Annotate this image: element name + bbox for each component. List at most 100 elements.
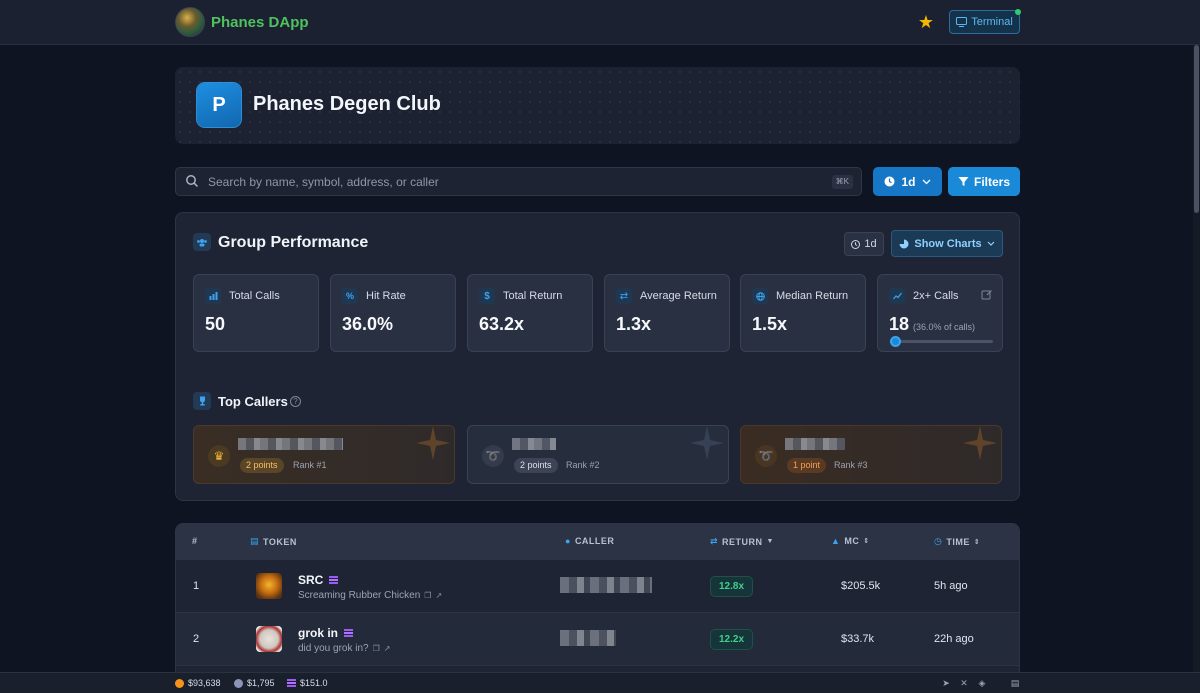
sort-desc-icon: ▼ <box>766 538 774 545</box>
btc-price-value: $93,638 <box>188 678 221 688</box>
trend-icon <box>889 288 905 304</box>
token-name: did you grok in? ❐ ↗ <box>298 643 390 654</box>
table-row[interactable]: 1 SRC Screaming Rubber Chicken ❐ ↗ 12.8x $… <box>176 559 1019 612</box>
slider-thumb[interactable] <box>890 336 902 347</box>
star-icon[interactable]: ★ <box>916 12 936 32</box>
sparkle-icon <box>416 426 450 460</box>
token-name-text: Screaming Rubber Chicken <box>298 590 421 601</box>
help-icon[interactable]: ? <box>290 396 301 407</box>
document-icon[interactable]: ▤ <box>1010 678 1020 688</box>
table-header: # ▤ TOKEN ● CALLER ⇄ RETURN ▼ ▲ MC ⇕ ◷ TIME ⇕ <box>176 524 1019 559</box>
column-header-time[interactable]: ◷ TIME ⇕ <box>934 536 980 547</box>
user-icon: ● <box>565 536 571 546</box>
column-header-token-label: TOKEN <box>263 536 297 547</box>
clock-icon <box>884 176 895 187</box>
caller-name-redacted <box>785 438 845 450</box>
table-row[interactable]: 2 grok in did you grok in? ❐ ↗ 12.2x $33.7… <box>176 612 1019 665</box>
token-image <box>256 573 282 599</box>
brand-name: Phanes DApp <box>211 13 309 31</box>
caller-card-rank-2[interactable]: ➰ 2 points Rank #2 <box>467 425 729 484</box>
page-scrollbar[interactable] <box>1193 45 1200 672</box>
crown-icon: ♛ <box>208 445 230 467</box>
solana-icon <box>344 629 354 637</box>
medal-icon: ➰ <box>755 445 777 467</box>
rank-label: Rank #2 <box>566 460 600 470</box>
column-header-num-label: # <box>192 536 198 546</box>
stat-value: 18 (36.0% of calls) <box>889 314 975 335</box>
stat-value: 50 <box>205 314 226 334</box>
brand-logo <box>175 7 205 37</box>
stat-value-number: 18 <box>889 314 910 334</box>
threshold-slider[interactable] <box>890 336 993 347</box>
brand[interactable]: Phanes DApp <box>175 7 309 37</box>
edit-icon[interactable] <box>981 289 993 301</box>
row-number: 2 <box>193 633 200 645</box>
stat-card-total-calls: Total Calls 50 <box>193 274 319 352</box>
stat-sub: (36.0% of calls) <box>913 322 976 332</box>
chevron-down-icon <box>987 241 995 246</box>
show-charts-button[interactable]: Show Charts <box>891 230 1003 257</box>
search-input[interactable] <box>208 172 808 192</box>
pie-chart-icon <box>899 239 909 248</box>
token-symbol[interactable]: SRC <box>298 573 339 587</box>
copy-icon[interactable]: ❐ <box>373 644 380 653</box>
ethereum-icon <box>234 678 243 688</box>
telegram-icon[interactable]: ➤ <box>941 678 951 688</box>
stat-label: 2x+ Calls <box>913 290 959 302</box>
monitor-icon <box>956 17 968 27</box>
external-link-icon[interactable]: ↗ <box>384 644 391 653</box>
layers-icon[interactable]: ◈ <box>977 678 987 688</box>
swap-icon: ⇄ <box>710 536 719 546</box>
search-bar: ⌘K <box>175 167 862 196</box>
stat-value: 1.5x <box>752 314 788 334</box>
column-header-caller-label: CALLER <box>574 536 615 546</box>
row-number: 1 <box>193 580 200 592</box>
scrollbar-thumb[interactable] <box>1194 45 1199 213</box>
rank-label: Rank #3 <box>834 460 868 470</box>
terminal-button[interactable]: Terminal <box>949 9 1021 34</box>
globe-icon <box>752 288 768 304</box>
market-cap: $205.5k <box>841 580 881 592</box>
column-header-token: ▤ TOKEN <box>250 536 297 547</box>
period-dropdown[interactable]: 1d <box>873 167 942 196</box>
sol-price-value: $151.0 <box>300 678 328 688</box>
page-title: Phanes Degen Club <box>253 93 441 115</box>
caller-redacted <box>560 577 652 593</box>
stat-card-average-return: ⇄ Average Return 1.3x <box>604 274 730 352</box>
coins-icon: ▤ <box>250 536 260 546</box>
shortcut-hint: ⌘K <box>831 175 853 189</box>
sort-icon: ⇕ <box>863 538 870 545</box>
return-badge: 12.8x <box>710 576 754 597</box>
token-symbol[interactable]: grok in <box>298 626 354 640</box>
token-symbol-text: SRC <box>298 573 324 587</box>
copy-icon[interactable]: ❐ <box>424 591 431 600</box>
stat-card-median-return: Median Return 1.5x <box>740 274 866 352</box>
time-ago: 22h ago <box>934 633 974 645</box>
stat-value: 36.0% <box>342 314 394 334</box>
rank-label: Rank #1 <box>293 460 327 470</box>
top-callers-title: Top Callers <box>218 394 288 409</box>
column-header-mc[interactable]: ▲ MC ⇕ <box>831 536 870 546</box>
top-nav: Phanes DApp ★ Terminal <box>0 0 1200 45</box>
sparkle-icon <box>963 426 997 460</box>
caller-card-rank-1[interactable]: ♛ 2 points Rank #1 <box>193 425 455 484</box>
column-header-num: # <box>192 536 198 546</box>
caller-card-rank-3[interactable]: ➰ 1 point Rank #3 <box>740 425 1002 484</box>
points-badge: 2 points <box>240 458 284 473</box>
x-icon[interactable]: ✕ <box>959 678 969 688</box>
flask-icon: ▲ <box>831 536 841 546</box>
percent-icon: % <box>342 288 358 304</box>
filters-button[interactable]: Filters <box>948 167 1020 196</box>
performance-period-badge[interactable]: 1d <box>844 232 884 256</box>
filter-icon <box>958 177 969 186</box>
sparkle-icon <box>690 426 724 460</box>
calls-table: # ▤ TOKEN ● CALLER ⇄ RETURN ▼ ▲ MC ⇕ ◷ TIME ⇕ 1 … <box>175 523 1020 683</box>
stat-label: Total Calls <box>229 290 280 302</box>
caller-name-redacted <box>512 438 556 450</box>
stat-card-hit-rate: % Hit Rate 36.0% <box>330 274 456 352</box>
swap-icon: ⇄ <box>616 288 632 304</box>
external-link-icon[interactable]: ↗ <box>435 591 442 600</box>
token-name-text: did you grok in? <box>298 643 369 654</box>
column-header-return[interactable]: ⇄ RETURN ▼ <box>710 536 774 547</box>
stat-label: Median Return <box>776 290 849 302</box>
